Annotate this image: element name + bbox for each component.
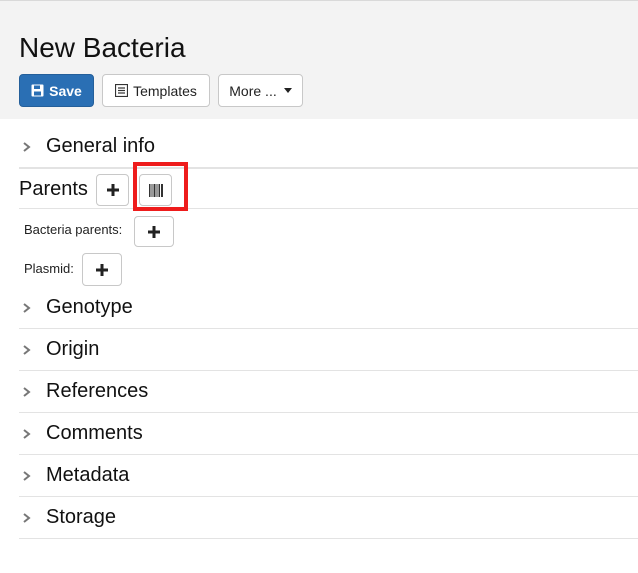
templates-button[interactable]: Templates	[102, 74, 210, 107]
section-metadata[interactable]: Metadata	[19, 455, 638, 497]
chevron-right-icon	[23, 302, 31, 313]
chevron-right-icon	[23, 470, 31, 481]
section-origin[interactable]: Origin	[19, 329, 638, 371]
floppy-disk-icon	[31, 84, 44, 97]
add-bacteria-parent-button[interactable]	[134, 216, 174, 247]
caret-down-icon	[283, 88, 292, 93]
parents-row: Parents	[19, 168, 638, 209]
chevron-right-icon	[23, 344, 31, 355]
plus-icon	[148, 225, 160, 238]
chevron-right-icon	[23, 141, 31, 152]
save-button[interactable]: Save	[19, 74, 94, 107]
add-parent-button[interactable]	[96, 174, 129, 206]
chevron-right-icon	[23, 386, 31, 397]
parents-label: Parents	[19, 178, 88, 200]
plus-icon	[96, 263, 108, 276]
section-label: Storage	[46, 506, 117, 528]
save-button-label: Save	[49, 82, 82, 99]
templates-button-label: Templates	[133, 82, 197, 99]
section-label: Comments	[46, 422, 143, 444]
list-icon	[115, 84, 129, 97]
section-label: Metadata	[46, 464, 130, 486]
section-label: Genotype	[46, 296, 133, 318]
more-dropdown-button[interactable]: More ...	[218, 74, 303, 107]
chevron-right-icon	[23, 428, 31, 439]
section-comments[interactable]: Comments	[19, 413, 638, 455]
more-button-label: More ...	[229, 82, 277, 99]
plus-icon	[106, 184, 119, 196]
section-general-info[interactable]: General info	[19, 126, 638, 168]
section-label: Origin	[46, 338, 100, 360]
section-label: References	[46, 380, 149, 402]
page-title: New Bacteria	[19, 32, 186, 63]
highlight-box	[133, 162, 188, 211]
bacteria-parents-label: Bacteria parents:	[24, 222, 123, 237]
section-references[interactable]: References	[19, 371, 638, 413]
section-storage[interactable]: Storage	[19, 497, 638, 539]
section-label: General info	[46, 135, 155, 157]
section-genotype[interactable]: Genotype	[19, 287, 638, 329]
add-plasmid-button[interactable]	[82, 253, 122, 286]
plasmid-label: Plasmid:	[24, 261, 74, 276]
chevron-right-icon	[23, 512, 31, 523]
